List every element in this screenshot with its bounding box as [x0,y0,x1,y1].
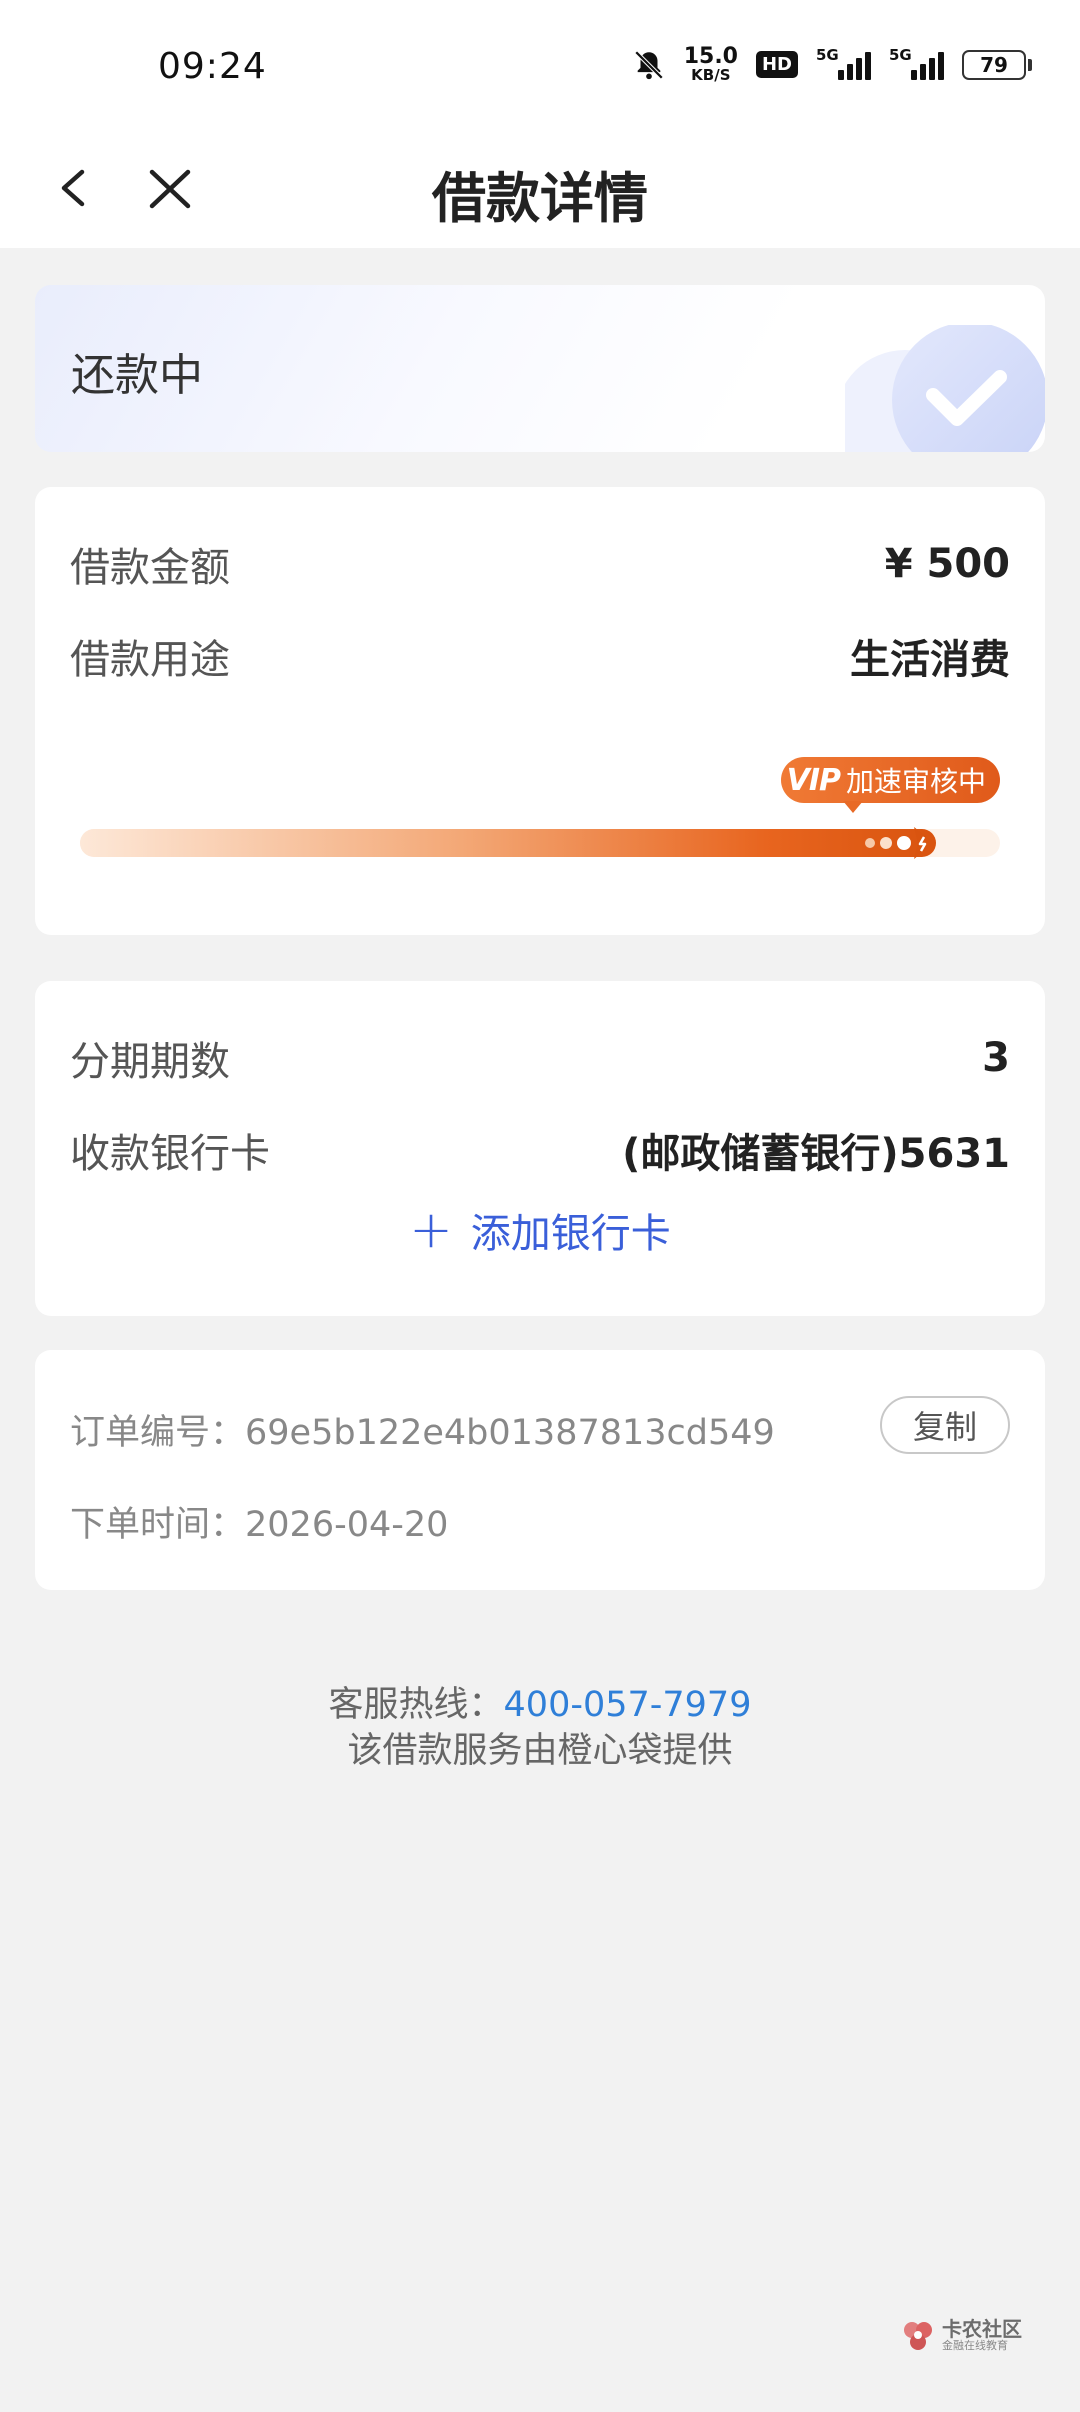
network-speed-value: 15.0 [683,44,738,69]
hotline-phone-link[interactable]: 400-057-7979 [504,1685,752,1725]
order-number-row: 订单编号：69e5b122e4b01387813cd549 [70,1404,775,1455]
network-speed-unit: KB/S [691,66,731,84]
loan-purpose-row: 借款用途 生活消费 [70,627,1010,685]
signal-icon-sim2: 5G [889,46,944,80]
installment-card: 分期期数 3 收款银行卡 (邮政储蓄银行)5631 + 添加银行卡 [35,981,1045,1316]
review-progress: VIP 加速审核中 [80,757,1000,887]
loan-status-text: 还款中 [71,350,203,401]
nav-bar: 借款详情 [0,130,1080,248]
loan-amount-value: ¥ 500 [884,541,1010,587]
add-bank-card-button[interactable]: + 添加银行卡 [35,1201,1045,1259]
hd-voice-icon: HD [755,51,798,78]
review-status-label: 加速审核中 [845,765,986,798]
check-circle-icon [845,325,1045,452]
hotline-line: 客服热线：400-057-7979 [0,1682,1080,1728]
loan-info-card: 借款金额 ¥ 500 借款用途 生活消费 VIP 加速审核中 [35,487,1045,935]
sim1-network-label: 5G [816,45,839,64]
page-title: 借款详情 [432,167,648,230]
network-speed: 15.0 KB/S [684,46,738,83]
installment-periods-label: 分期期数 [70,1039,230,1085]
loan-status-card: 还款中 [35,285,1045,452]
footer: 客服热线：400-057-7979 该借款服务由橙心袋提供 [0,1682,1080,1774]
watermark-subtitle: 金融在线教育 [942,2339,1008,2353]
plus-icon: + [409,1200,453,1260]
installment-periods-row: 分期期数 3 [70,1029,1010,1087]
status-time: 09:24 [158,46,267,87]
loan-purpose-label: 借款用途 [70,637,230,683]
watermark-title: 卡农社区 [942,2317,1022,2342]
bank-card-row: 收款银行卡 (邮政储蓄银行)5631 [70,1121,1010,1179]
watermark-logo-icon [904,2322,932,2350]
rocket-icon [865,827,934,859]
signal-icon-sim1: 5G [816,46,871,80]
watermark: 卡农社区 金融在线教育 [900,2318,1022,2354]
status-icons: 15.0 KB/S HD 5G 5G 79 [632,46,1032,83]
loan-purpose-value: 生活消费 [850,637,1010,683]
order-info-card: 订单编号：69e5b122e4b01387813cd549 复制 下单时间：20… [35,1350,1045,1590]
battery-icon: 79 [962,49,1032,80]
vip-label: VIP [786,762,841,798]
mute-bell-icon [634,50,663,79]
loan-amount-row: 借款金额 ¥ 500 [70,535,1010,593]
add-bank-card-label: 添加银行卡 [470,1211,671,1257]
provider-text: 该借款服务由橙心袋提供 [347,1731,733,1771]
battery-level: 79 [962,49,1026,80]
order-time-value: 2026-04-20 [245,1505,449,1545]
order-number-value: 69e5b122e4b01387813cd549 [245,1413,775,1453]
order-time-row: 下单时间：2026-04-20 [70,1496,448,1547]
status-bar: 09:24 15.0 KB/S HD 5G 5G 79 [0,0,1080,130]
bank-card-label: 收款银行卡 [70,1131,270,1177]
order-number-label: 订单编号： [70,1413,246,1453]
progress-fill [80,829,936,857]
vip-review-badge: VIP 加速审核中 [780,757,1000,813]
installment-periods-value: 3 [982,1035,1010,1081]
sim2-network-label: 5G [889,45,912,64]
loan-amount-label: 借款金额 [70,545,230,591]
order-time-label: 下单时间： [70,1505,246,1545]
copy-order-number-button[interactable]: 复制 [880,1396,1010,1454]
bank-card-value: (邮政储蓄银行)5631 [622,1131,1010,1177]
hotline-label: 客服热线： [328,1685,504,1725]
